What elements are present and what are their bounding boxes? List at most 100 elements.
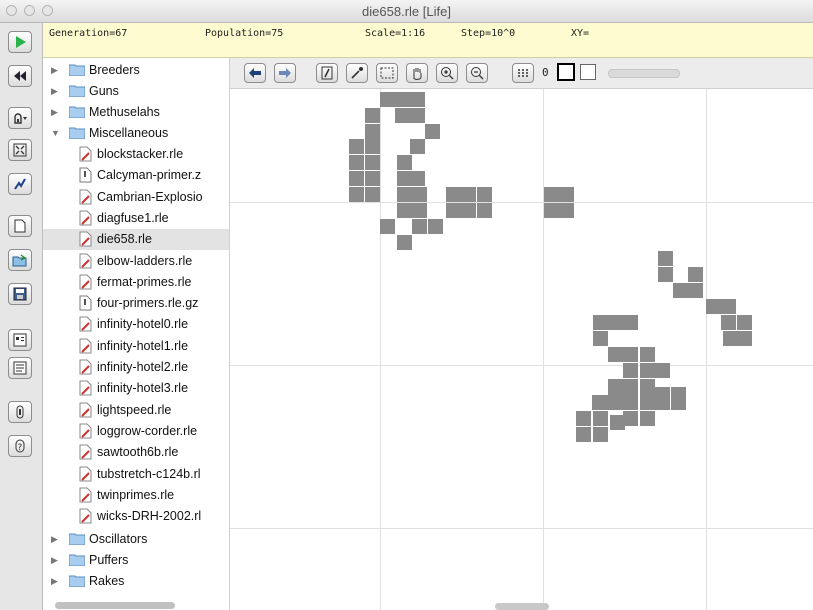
folder-icon xyxy=(69,106,85,118)
tree-file-item[interactable]: infinity-hotel3.rle xyxy=(43,378,229,399)
open-pattern-icon xyxy=(12,253,27,266)
tree-file-item[interactable]: diagfuse1.rle xyxy=(43,208,229,229)
live-cell xyxy=(655,395,670,410)
live-cell xyxy=(688,283,703,298)
tree-file-label: infinity-hotel1.rle xyxy=(97,338,189,353)
live-cell xyxy=(380,92,395,107)
patterns-panel-icon xyxy=(13,361,27,375)
live-cell xyxy=(623,347,638,362)
save-pattern-button[interactable] xyxy=(8,283,32,305)
grid-line xyxy=(380,89,381,610)
redo-button[interactable] xyxy=(274,63,296,83)
live-cell xyxy=(608,315,623,330)
disclosure-triangle-icon[interactable]: ▶ xyxy=(51,86,58,97)
live-cell xyxy=(721,299,736,314)
tree-file-item[interactable]: infinity-hotel1.rle xyxy=(43,336,229,357)
fit-icon xyxy=(13,143,27,157)
move-tool-button[interactable] xyxy=(406,63,428,83)
new-pattern-icon xyxy=(14,219,26,233)
reset-icon xyxy=(14,71,26,81)
tree-folder-oscillators[interactable]: ▶ Oscillators xyxy=(43,529,229,550)
xy-readout: XY= xyxy=(571,28,590,39)
reset-button[interactable] xyxy=(8,65,32,87)
all-states-button[interactable] xyxy=(512,63,534,83)
tree-folder-puffers[interactable]: ▶ Puffers xyxy=(43,550,229,571)
state-color-swatch[interactable] xyxy=(580,64,596,80)
folder-icon xyxy=(69,85,85,97)
live-cell xyxy=(640,363,655,378)
pencil-draw-icon xyxy=(321,66,333,80)
pattern-info-button[interactable] xyxy=(8,401,32,423)
live-cell xyxy=(397,235,412,250)
tree-file-label: fermat-primes.rle xyxy=(97,274,192,289)
tree-file-item[interactable]: elbow-ladders.rle xyxy=(43,251,229,272)
start-generating-button[interactable] xyxy=(8,31,32,53)
state-number: 0 xyxy=(542,66,549,79)
new-pattern-button[interactable] xyxy=(8,215,32,237)
document-icon xyxy=(79,295,92,311)
pattern-file-icon xyxy=(79,189,92,205)
help-button[interactable]: ? xyxy=(8,435,32,457)
tree-file-label: loggrow-corder.rle xyxy=(97,423,198,438)
tree-file-item[interactable]: blockstacker.rle xyxy=(43,144,229,165)
tree-folder-rakes[interactable]: ▶ Rakes xyxy=(43,571,229,592)
tree-folder-miscellaneous[interactable]: ▼ Miscellaneous xyxy=(43,123,229,144)
disclosure-triangle-icon[interactable]: ▶ xyxy=(51,555,58,566)
tree-file-label: lightspeed.rle xyxy=(97,402,172,417)
pattern-file-icon xyxy=(79,380,92,396)
disclosure-triangle-open-icon[interactable]: ▼ xyxy=(51,128,60,138)
show-patterns-button[interactable] xyxy=(8,357,32,379)
open-pattern-button[interactable] xyxy=(8,249,32,271)
pattern-file-icon xyxy=(79,402,92,418)
tree-horizontal-scrollbar[interactable] xyxy=(55,602,175,609)
tree-file-item[interactable]: wicks-DRH-2002.rl xyxy=(43,506,229,527)
live-cell xyxy=(623,411,638,426)
pick-tool-button[interactable] xyxy=(346,63,368,83)
tree-file-item[interactable]: Calcyman-primer.z xyxy=(43,165,229,186)
zoom-out-tool-button[interactable] xyxy=(466,63,488,83)
fit-pattern-button[interactable] xyxy=(8,139,32,161)
tree-file-label: four-primers.rle.gz xyxy=(97,296,199,311)
live-cell xyxy=(428,219,443,234)
viewport-horizontal-scrollbar[interactable] xyxy=(495,603,549,610)
algorithm-menu-button[interactable] xyxy=(8,107,32,129)
tree-file-item[interactable]: sawtooth6b.rle xyxy=(43,442,229,463)
tree-file-item[interactable]: lightspeed.rle xyxy=(43,400,229,421)
tree-file-item[interactable]: four-primers.rle.gz xyxy=(43,293,229,314)
live-cell xyxy=(544,187,559,202)
tree-file-item[interactable]: tubstretch-c124b.rl xyxy=(43,464,229,485)
live-cell xyxy=(658,251,673,266)
tree-folder-guns[interactable]: ▶ Guns xyxy=(43,81,229,102)
disclosure-triangle-icon[interactable]: ▶ xyxy=(51,65,58,76)
live-cell xyxy=(410,171,425,186)
tree-file-item[interactable]: infinity-hotel0.rle xyxy=(43,314,229,335)
select-icon xyxy=(380,67,394,79)
tree-file-item[interactable]: twinprimes.rle xyxy=(43,485,229,506)
disclosure-triangle-icon[interactable]: ▶ xyxy=(51,107,58,118)
disclosure-triangle-icon[interactable]: ▶ xyxy=(51,534,58,545)
show-timeline-button[interactable] xyxy=(8,173,32,195)
generation-readout: Generation=67 xyxy=(49,28,128,39)
tree-file-label: blockstacker.rle xyxy=(97,147,184,161)
pattern-file-icon xyxy=(79,274,92,290)
tree-folder-methuselahs[interactable]: ▶ Methuselahs xyxy=(43,102,229,123)
tree-file-item[interactable]: Cambrian-Explosio xyxy=(43,187,229,208)
tree-file-item[interactable]: infinity-hotel2.rle xyxy=(43,357,229,378)
select-tool-button[interactable] xyxy=(376,63,398,83)
state-slider[interactable] xyxy=(608,69,680,78)
show-scripts-button[interactable] xyxy=(8,329,32,351)
zoom-in-tool-button[interactable] xyxy=(436,63,458,83)
tree-file-item[interactable]: fermat-primes.rle xyxy=(43,272,229,293)
draw-tool-button[interactable] xyxy=(316,63,338,83)
state-color-swatch-selected[interactable] xyxy=(557,63,575,81)
live-cell xyxy=(425,124,440,139)
pattern-viewport[interactable] xyxy=(230,89,813,610)
disclosure-triangle-icon[interactable]: ▶ xyxy=(51,576,58,587)
tree-file-item[interactable]: loggrow-corder.rle xyxy=(43,421,229,442)
folder-icon xyxy=(69,127,85,139)
undo-button[interactable] xyxy=(244,63,266,83)
tree-folder-breeders[interactable]: ▶ Breeders xyxy=(43,60,229,81)
tree-folder-label: Puffers xyxy=(89,553,129,567)
live-cell xyxy=(461,203,476,218)
tree-file-item[interactable]: die658.rle xyxy=(43,229,229,251)
